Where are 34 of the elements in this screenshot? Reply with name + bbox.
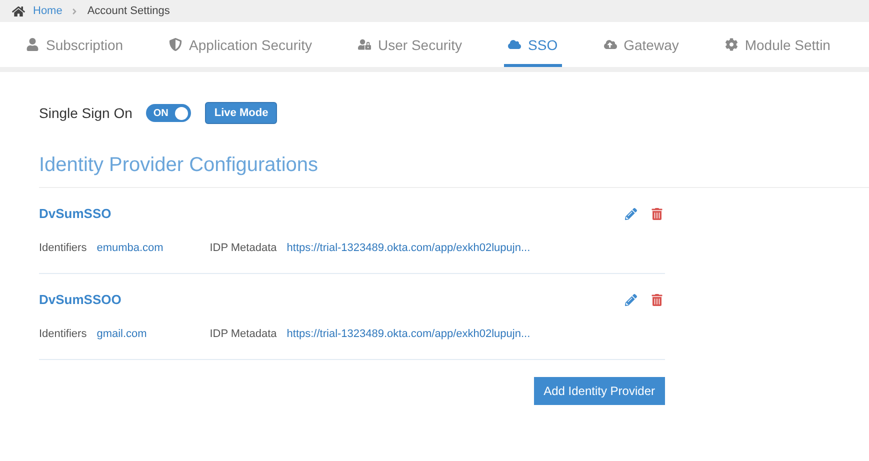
metadata-link[interactable]: https://trial-1323489.okta.com/app/exkh02lupujn... (286, 328, 530, 340)
cloud-upload-icon (604, 38, 617, 51)
shield-icon (169, 38, 182, 51)
provider-name: DvSumSSO (39, 206, 112, 221)
cloud-icon (508, 38, 522, 51)
tab[interactable]: Gateway (600, 22, 683, 67)
gear-icon (724, 38, 738, 51)
section-title: Identity Provider Configurations (39, 154, 869, 188)
delete-icon[interactable] (651, 208, 663, 220)
user-icon (26, 38, 39, 51)
tab[interactable]: SSO (504, 22, 562, 67)
user-lock-icon (358, 38, 371, 51)
sso-toggle[interactable]: ON (146, 104, 192, 122)
identifier-value: emumba.com (96, 242, 164, 254)
identifier-value: gmail.com (96, 328, 148, 340)
field-label: Identifiers (39, 242, 87, 254)
home-icon (12, 4, 25, 18)
tab[interactable]: Subscription (22, 22, 128, 67)
field-label: IDP Metadata (210, 328, 277, 340)
field-label: IDP Metadata (210, 242, 277, 254)
tab[interactable]: Application Security (165, 22, 316, 67)
breadcrumb-current: Account Settings (87, 5, 170, 17)
provider-name: DvSumSSOO (39, 292, 122, 307)
breadcrumb-link[interactable]: Home (33, 5, 62, 17)
tab[interactable]: User Security (354, 22, 466, 67)
edit-icon[interactable] (625, 208, 637, 220)
tab[interactable]: Module Settin (720, 22, 834, 67)
edit-icon[interactable] (625, 294, 637, 306)
live-mode-button[interactable]: Live Mode (205, 102, 278, 124)
sso-label: Single Sign On (39, 105, 132, 121)
field-label: Identifiers (39, 328, 87, 340)
delete-icon[interactable] (651, 294, 663, 306)
metadata-link[interactable]: https://trial-1323489.okta.com/app/exkh02lupujn... (286, 242, 530, 254)
add-provider-button[interactable]: Add Identity Provider (534, 377, 665, 405)
